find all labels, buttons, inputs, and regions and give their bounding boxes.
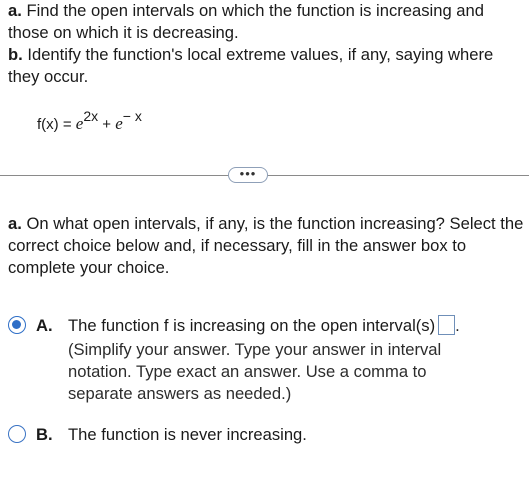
choice-a-hint: (Simplify your answer. Type your answer … — [68, 340, 442, 403]
choice-a-letter: A. — [36, 316, 53, 335]
choice-a-text-line: The function f is increasing on the open… — [68, 315, 528, 337]
choice-a-text: The function f is increasing on the open… — [68, 316, 436, 335]
choice-a-radio[interactable] — [8, 316, 26, 334]
choice-b-letter: B. — [36, 425, 53, 444]
page: a. Find the open intervals on which the … — [0, 0, 529, 497]
part-b-label: b. — [8, 45, 23, 64]
formula-exponent-2: − x — [122, 108, 142, 124]
part-a-label: a. — [8, 1, 22, 20]
formula-base-2: e — [115, 114, 123, 133]
formula-plus: + — [98, 116, 116, 133]
choice-b-radio[interactable] — [8, 425, 26, 443]
question-prompt: a. Find the open intervals on which the … — [8, 0, 526, 88]
expand-more-button[interactable]: ••• — [228, 167, 268, 183]
part-a-instruction: Find the open intervals on which the fun… — [8, 1, 484, 42]
sub-question-label: a. — [8, 214, 22, 233]
choice-b-text: The function is never increasing. — [68, 425, 307, 444]
section-divider: ••• — [0, 165, 529, 185]
formula-exponent-1: 2x — [83, 108, 99, 124]
function-formula: f(x) = e2x + e− x — [37, 108, 142, 135]
part-b-instruction: Identify the function's local extreme va… — [8, 45, 494, 86]
sub-question-text: On what open intervals, if any, is the f… — [8, 214, 524, 277]
formula-lhs: f(x) = — [37, 116, 76, 133]
answer-input-box[interactable] — [438, 315, 456, 335]
choice-a-period: . — [455, 316, 460, 335]
sub-question: a. On what open intervals, if any, is th… — [8, 213, 526, 279]
